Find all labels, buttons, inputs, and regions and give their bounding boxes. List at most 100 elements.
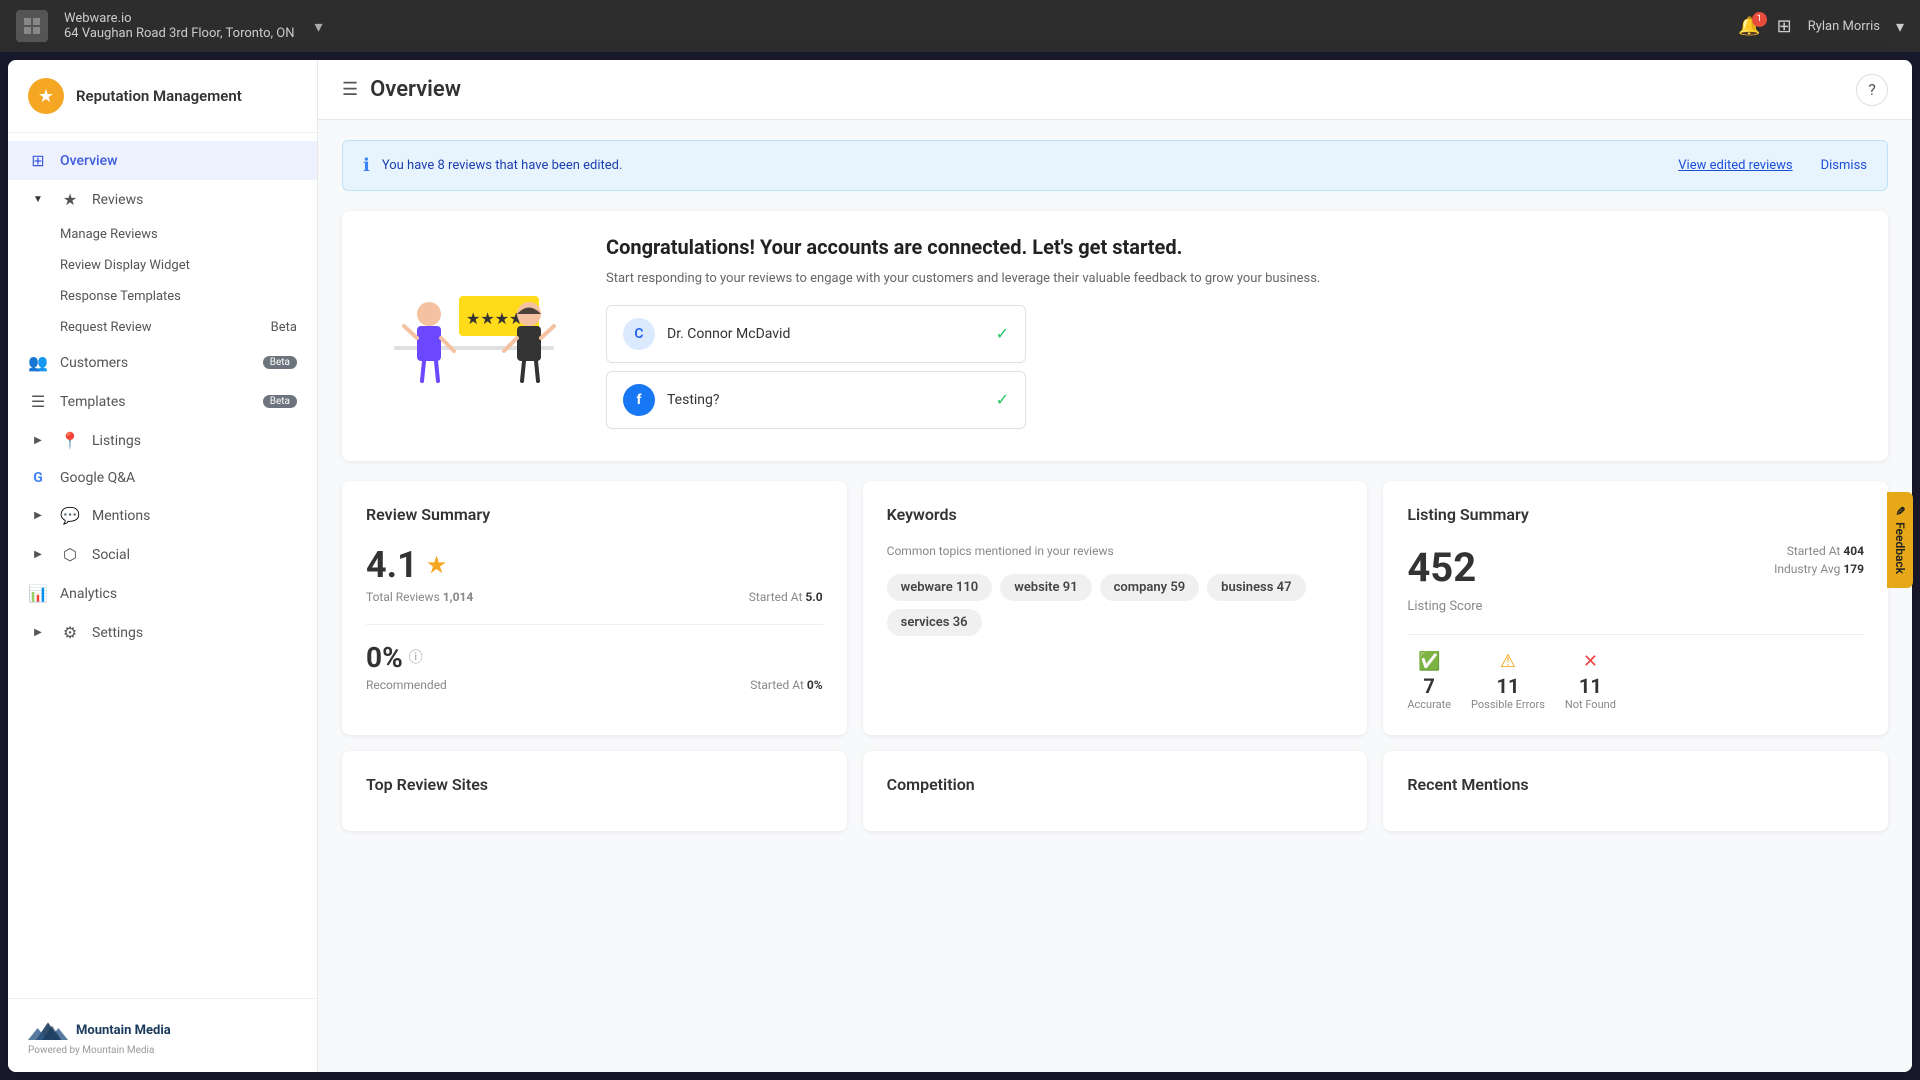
sidebar-item-manage-reviews[interactable]: Manage Reviews xyxy=(8,219,317,250)
competition-card: Competition xyxy=(863,751,1368,831)
account-name-connor: Dr. Connor McDavid xyxy=(667,326,984,342)
customers-badge: Beta xyxy=(263,356,297,369)
feedback-tab[interactable]: ✎ Feedback xyxy=(1887,492,1913,588)
errors-label: Possible Errors xyxy=(1471,698,1545,711)
review-summary-title: Review Summary xyxy=(366,505,823,524)
social-arrow: ▶ xyxy=(28,549,48,560)
alert-info-icon: ℹ xyxy=(363,155,370,176)
sidebar-item-analytics[interactable]: 📊 Analytics xyxy=(8,574,317,613)
facebook-icon: f xyxy=(623,384,655,416)
sidebar-item-review-widget[interactable]: Review Display Widget xyxy=(8,250,317,281)
review-score-number: 4.1 xyxy=(366,544,418,586)
listing-stats: ✅ 7 Accurate ⚠ 11 Possible Errors ✕ 11 xyxy=(1407,651,1864,711)
sidebar-nav: ⊞ Overview ▼ ★ Reviews Manage Reviews Re… xyxy=(8,133,317,998)
browser-bar: Webware.io 64 Vaughan Road 3rd Floor, To… xyxy=(0,0,1920,52)
sidebar-label-mentions: Mentions xyxy=(92,508,150,524)
sidebar-item-templates[interactable]: ☰ Templates Beta xyxy=(8,382,317,421)
sidebar-item-overview[interactable]: ⊞ Overview xyxy=(8,141,317,180)
recommend-details: Recommended Started At 0% xyxy=(366,678,823,692)
notification-count: 1 xyxy=(1752,12,1767,27)
view-edited-reviews-link[interactable]: View edited reviews xyxy=(1678,158,1792,173)
sidebar-item-reviews[interactable]: ▼ ★ Reviews xyxy=(8,180,317,219)
analytics-icon: 📊 xyxy=(28,584,48,603)
main-content: ☰ Overview ? ℹ You have 8 reviews that h… xyxy=(318,60,1912,1072)
page-title: Overview xyxy=(370,77,461,102)
google-icon: G xyxy=(28,470,48,486)
started-at-score: Started At 5.0 xyxy=(749,590,823,604)
sidebar-item-customers[interactable]: 👥 Customers Beta xyxy=(8,343,317,382)
recommend-info-icon[interactable]: ⓘ xyxy=(409,647,423,667)
apps-grid-icon[interactable]: ⊞ xyxy=(1777,16,1792,37)
review-summary-card: Review Summary 4.1 ★ Total Reviews 1,014… xyxy=(342,481,847,735)
dismiss-button[interactable]: Dismiss xyxy=(1821,158,1867,173)
feedback-label: Feedback xyxy=(1893,522,1907,574)
sidebar-label-analytics: Analytics xyxy=(60,586,117,602)
sidebar-item-listings[interactable]: ▶ 📍 Listings xyxy=(8,421,317,460)
user-name[interactable]: Rylan Morris xyxy=(1808,19,1880,34)
mentions-arrow: ▶ xyxy=(28,510,48,521)
congrats-title: Congratulations! Your accounts are conne… xyxy=(606,235,1856,259)
notfound-count: 11 xyxy=(1565,674,1616,698)
recent-mentions-card: Recent Mentions xyxy=(1383,751,1888,831)
app-container: ★ Reputation Management ⊞ Overview ▼ ★ R… xyxy=(8,60,1912,1072)
sidebar-item-response-templates[interactable]: Response Templates xyxy=(8,281,317,312)
recent-mentions-title: Recent Mentions xyxy=(1407,775,1864,794)
notfound-icon: ✕ xyxy=(1565,651,1616,672)
listing-score-number: 452 xyxy=(1407,544,1482,591)
dropdown-arrow-reviews: ▼ xyxy=(28,194,48,205)
feedback-icon: ✎ xyxy=(1893,506,1907,516)
sidebar-label-settings: Settings xyxy=(92,625,143,641)
hamburger-icon[interactable]: ☰ xyxy=(342,79,358,100)
recommend-pct: 0% xyxy=(366,641,403,674)
listing-started-at: Started At 404 xyxy=(1774,544,1864,558)
sidebar-item-mentions[interactable]: ▶ 💬 Mentions xyxy=(8,496,317,535)
keyword-tag-website: website 91 xyxy=(1000,574,1091,601)
connected-account-connor: C Dr. Connor McDavid ✓ xyxy=(606,305,1026,363)
sidebar-label-request-review: Request Review xyxy=(60,320,151,335)
star-rating-icon: ★ xyxy=(426,551,448,579)
errors-count: 11 xyxy=(1471,674,1545,698)
sidebar-label-overview: Overview xyxy=(60,153,117,169)
request-review-badge: Beta xyxy=(271,320,297,335)
connected-account-facebook: f Testing? ✓ xyxy=(606,371,1026,429)
congrats-illustration: ★★★★★ xyxy=(374,266,574,406)
keyword-tag-services: services 36 xyxy=(887,609,982,636)
keywords-title: Keywords xyxy=(887,505,1344,524)
app-icon xyxy=(16,10,48,42)
account-avatar-connor: C xyxy=(623,318,655,350)
keywords-description: Common topics mentioned in your reviews xyxy=(887,544,1344,558)
user-dropdown-arrow[interactable]: ▾ xyxy=(1896,17,1904,36)
keyword-tags: webware 110 website 91 company 59 busine… xyxy=(887,574,1344,636)
sidebar-logo-icon: ★ xyxy=(28,78,64,114)
congrats-text-area: Congratulations! Your accounts are conne… xyxy=(606,235,1856,437)
sidebar-item-request-review[interactable]: Request Review Beta xyxy=(8,312,317,343)
sidebar-item-social[interactable]: ▶ ⬡ Social xyxy=(8,535,317,574)
notification-bell[interactable]: 🔔 1 xyxy=(1738,16,1760,37)
keyword-count-services: 36 xyxy=(953,615,968,630)
company-address: 64 Vaughan Road 3rd Floor, Toronto, ON xyxy=(64,26,294,41)
listing-summary-card: Listing Summary 452 Listing Score Starte… xyxy=(1383,481,1888,735)
templates-icon: ☰ xyxy=(28,392,48,411)
recommend-started-at: Started At 0% xyxy=(750,678,822,692)
help-icon[interactable]: ? xyxy=(1856,74,1888,106)
listing-score-left: 452 Listing Score xyxy=(1407,544,1482,614)
browser-actions: 🔔 1 ⊞ Rylan Morris ▾ xyxy=(1738,16,1904,37)
sidebar: ★ Reputation Management ⊞ Overview ▼ ★ R… xyxy=(8,60,318,1072)
sidebar-item-google-qa[interactable]: G Google Q&A xyxy=(8,460,317,496)
sidebar-item-settings[interactable]: ▶ ⚙ Settings xyxy=(8,613,317,652)
sidebar-footer: Mountain Media Powered by Mountain Media xyxy=(8,998,317,1072)
templates-badge: Beta xyxy=(263,395,297,408)
dropdown-arrow[interactable]: ▾ xyxy=(314,17,322,36)
score-details: Total Reviews 1,014 Started At 5.0 xyxy=(366,590,823,604)
keyword-word-website: website xyxy=(1014,580,1063,595)
errors-icon: ⚠ xyxy=(1471,651,1545,672)
keyword-word-business: business xyxy=(1221,580,1277,595)
keyword-word-services: services xyxy=(901,615,953,630)
keywords-card: Keywords Common topics mentioned in your… xyxy=(863,481,1368,735)
keyword-tag-business: business 47 xyxy=(1207,574,1305,601)
review-score-row: 4.1 ★ xyxy=(366,544,823,586)
sidebar-label-listings: Listings xyxy=(92,433,141,449)
listing-summary-title: Listing Summary xyxy=(1407,505,1864,524)
mountain-media-name: Mountain Media xyxy=(76,1023,171,1038)
recommended-label: Recommended xyxy=(366,678,447,692)
